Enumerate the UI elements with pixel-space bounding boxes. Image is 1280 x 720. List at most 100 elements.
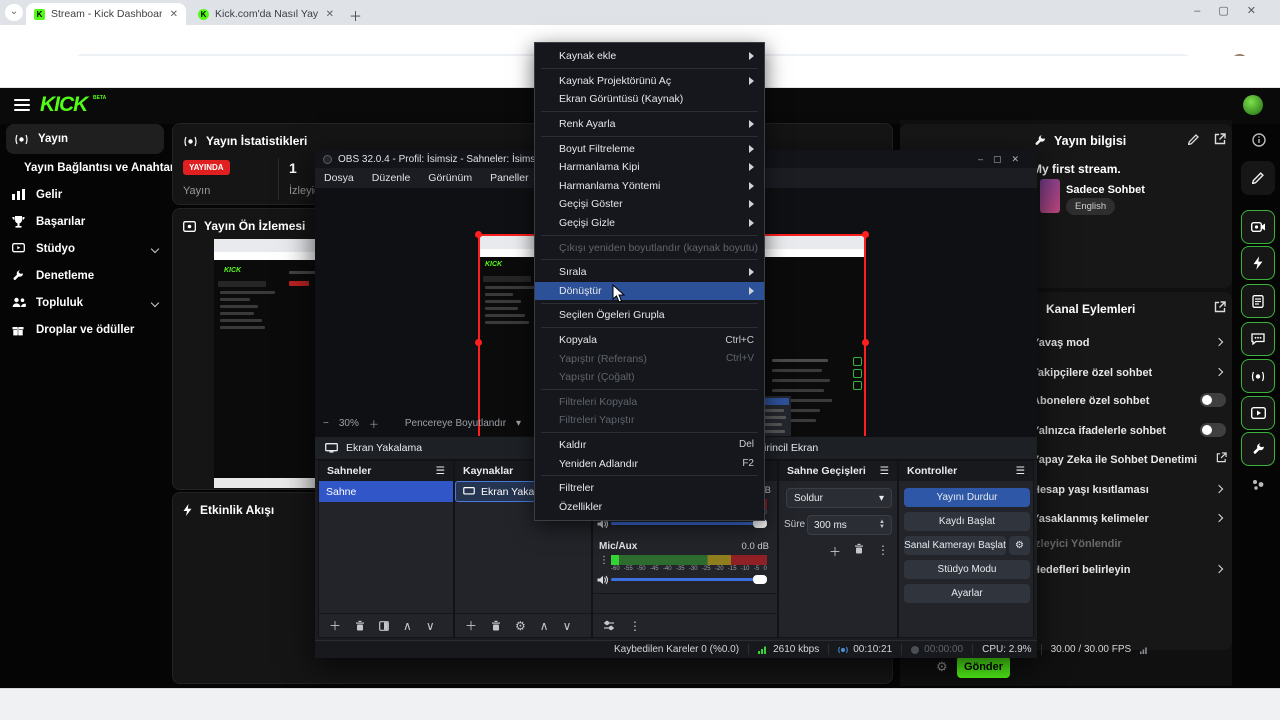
transform-handle[interactable] xyxy=(475,339,482,346)
menu-item-kaynak-ekle[interactable]: Kaynak ekle xyxy=(535,47,764,66)
menu-item-renk-ayarla[interactable]: Renk Ayarla xyxy=(535,115,764,134)
toggle-off[interactable] xyxy=(1200,393,1226,407)
transition-select[interactable]: Soldur ▾ xyxy=(786,488,892,508)
add-icon[interactable]: ＋ xyxy=(329,617,341,634)
more-dots-icon[interactable] xyxy=(1250,478,1266,492)
info-icon[interactable] xyxy=(1252,133,1266,147)
dock-menu-icon[interactable]: ☰ xyxy=(880,465,889,477)
menu-item-yeniden-adlandir[interactable]: Yeniden Adlandır F2 xyxy=(535,454,764,473)
sidebar-item-basarilar[interactable]: Başarılar xyxy=(0,208,170,235)
menu-item-harmanlama-kipi[interactable]: Harmanlama Kipi xyxy=(535,158,764,177)
menu-dosya[interactable]: Dosya xyxy=(315,172,363,184)
stop-streaming-button[interactable]: Yayını Durdur xyxy=(904,488,1030,507)
sidebar-item-topluluk[interactable]: Topluluk xyxy=(0,289,170,316)
menu-item-filtreler[interactable]: Filtreler xyxy=(535,479,764,498)
remove-icon[interactable] xyxy=(491,620,501,631)
expand-icon[interactable] xyxy=(1214,133,1226,145)
studio-mode-button[interactable]: Stüdyo Modu xyxy=(904,560,1030,579)
sidebar-item-yayin-baglantisi[interactable]: Yayın Bağlantısı ve Anahtarları xyxy=(0,154,192,181)
action-emotes-only[interactable]: Yalnızca ifadelerle sohbet xyxy=(1032,425,1166,437)
chat-settings-gear-icon[interactable]: ⚙ xyxy=(936,659,948,675)
duration-spinner[interactable]: 300 ms ▲ ▼ xyxy=(807,515,892,535)
boost-button[interactable] xyxy=(1241,246,1275,280)
start-recording-button[interactable]: Kaydı Başlat xyxy=(904,512,1030,531)
tab-close-icon[interactable]: ✕ xyxy=(326,9,334,20)
add-icon[interactable]: ＋ xyxy=(465,617,477,634)
move-up-icon[interactable]: ∧ xyxy=(540,619,549,633)
menu-item-ozellikler[interactable]: Özellikler xyxy=(535,497,764,516)
ch2-volume-slider[interactable] xyxy=(611,575,767,584)
ch1-volume-slider[interactable] xyxy=(611,519,767,528)
source-properties-icon[interactable]: ⚙ xyxy=(515,619,526,633)
ch2-options-icon[interactable]: ⋮ xyxy=(599,555,609,566)
transform-handle[interactable] xyxy=(862,231,869,238)
action-ai-moderation[interactable]: Yapay Zeka ile Sohbet Denetimi xyxy=(1032,454,1197,466)
sidebar-item-denetleme[interactable]: Denetleme xyxy=(0,262,170,289)
edit-stream-button[interactable] xyxy=(1241,161,1275,195)
virtual-camera-settings-icon[interactable]: ⚙ xyxy=(1009,536,1030,555)
toggle-off[interactable] xyxy=(1200,423,1226,437)
category-thumbnail[interactable] xyxy=(1040,179,1060,213)
action-slow-mode[interactable]: Yavaş mod xyxy=(1032,337,1089,349)
spin-down-icon[interactable]: ▼ xyxy=(879,524,885,530)
hamburger-menu-icon[interactable] xyxy=(14,99,30,111)
action-followers-chat[interactable]: Takipçilere özel sohbet xyxy=(1032,367,1152,379)
transform-handle[interactable] xyxy=(475,231,482,238)
menu-item-ogeleri-grupla[interactable]: Seçilen Ögeleri Grupla xyxy=(535,306,764,325)
category-name[interactable]: Sadece Sohbet xyxy=(1066,184,1145,196)
menu-duzenle[interactable]: Düzenle xyxy=(363,172,420,184)
mixer-settings-icon[interactable] xyxy=(603,620,615,631)
action-subs-chat[interactable]: Abonelere özel sohbet xyxy=(1032,395,1149,407)
add-icon[interactable]: ＋ xyxy=(829,543,841,560)
kick-user-avatar[interactable] xyxy=(1243,95,1263,115)
action-banned-words[interactable]: Yasaklanmış kelimeler xyxy=(1032,513,1149,525)
dropdown-arrow-icon[interactable]: ▾ xyxy=(516,418,521,429)
zoom-out-icon[interactable]: − xyxy=(323,418,329,429)
transition-menu-icon[interactable]: ⋮ xyxy=(877,543,889,560)
menu-item-kaynak-projektoru[interactable]: Kaynak Projektörünü Aç xyxy=(535,72,764,91)
menu-item-donustur[interactable]: Dönüştür xyxy=(535,281,764,301)
menu-paneller[interactable]: Paneller xyxy=(481,172,538,184)
raid-button[interactable] xyxy=(1241,359,1275,393)
obs-window-controls[interactable]: –▢✕ xyxy=(978,154,1029,165)
new-tab-button[interactable]: ＋ xyxy=(349,6,362,25)
sidebar-item-studyo[interactable]: Stüdyo xyxy=(0,235,170,262)
scene-filters-icon[interactable] xyxy=(379,620,389,631)
clip-camera-button[interactable] xyxy=(1241,210,1275,244)
chat-commands-button[interactable] xyxy=(1241,322,1275,356)
dock-menu-icon[interactable]: ☰ xyxy=(1016,465,1025,477)
kick-logo[interactable]: KICK xyxy=(40,93,88,117)
start-virtual-camera-button[interactable]: Sanal Kamerayı Başlat xyxy=(904,536,1006,555)
transform-handle[interactable] xyxy=(862,339,869,346)
fit-mode[interactable]: Pencereye Boyutlandır xyxy=(405,418,506,429)
browser-tab-inactive[interactable]: K Kick.com'da Nasıl Yayın Yapılır ✕ xyxy=(190,3,342,25)
sidebar-item-gelir[interactable]: Gelir xyxy=(0,181,170,208)
remove-icon[interactable] xyxy=(854,543,864,560)
menu-item-gecisi-goster[interactable]: Geçişi Göster xyxy=(535,195,764,214)
tab-search-icon[interactable]: ⌄ xyxy=(5,4,23,21)
sidebar-item-yayin[interactable]: Yayın xyxy=(6,124,164,154)
menu-gorunum[interactable]: Görünüm xyxy=(419,172,481,184)
send-button[interactable]: Gönder xyxy=(957,656,1010,678)
edit-pencil-icon[interactable] xyxy=(1188,134,1199,145)
menu-item-kaldir[interactable]: Kaldır Del xyxy=(535,436,764,455)
sidebar-item-droplar[interactable]: Droplar ve ödüller xyxy=(0,316,170,343)
browser-tab-active[interactable]: K Stream - Kick Dashboard ✕ xyxy=(26,3,186,25)
move-up-icon[interactable]: ∧ xyxy=(403,619,412,633)
menu-item-kopyala[interactable]: Kopyala Ctrl+C xyxy=(535,331,764,350)
move-down-icon[interactable]: ∨ xyxy=(563,619,572,633)
menu-item-gecisi-gizle[interactable]: Geçişi Gizle xyxy=(535,214,764,233)
mixer-menu-icon[interactable]: ⋮ xyxy=(629,619,641,633)
remove-icon[interactable] xyxy=(355,620,365,631)
expand-icon[interactable] xyxy=(1214,301,1226,313)
dock-menu-icon[interactable]: ☰ xyxy=(436,465,445,477)
zoom-in-icon[interactable]: ＋ xyxy=(369,416,379,431)
move-down-icon[interactable]: ∨ xyxy=(426,619,435,633)
menu-item-boyut-filtreleme[interactable]: Boyut Filtreleme xyxy=(535,139,764,158)
moderation-button[interactable] xyxy=(1241,432,1275,466)
tab-close-icon[interactable]: ✕ xyxy=(170,9,178,20)
action-account-age[interactable]: Hesap yaşı kısıtlaması xyxy=(1032,484,1149,496)
browser-window-controls[interactable]: –▢✕ xyxy=(1194,4,1274,17)
ch2-speaker-icon[interactable] xyxy=(597,575,609,585)
menu-item-sirala[interactable]: Sırala xyxy=(535,263,764,282)
